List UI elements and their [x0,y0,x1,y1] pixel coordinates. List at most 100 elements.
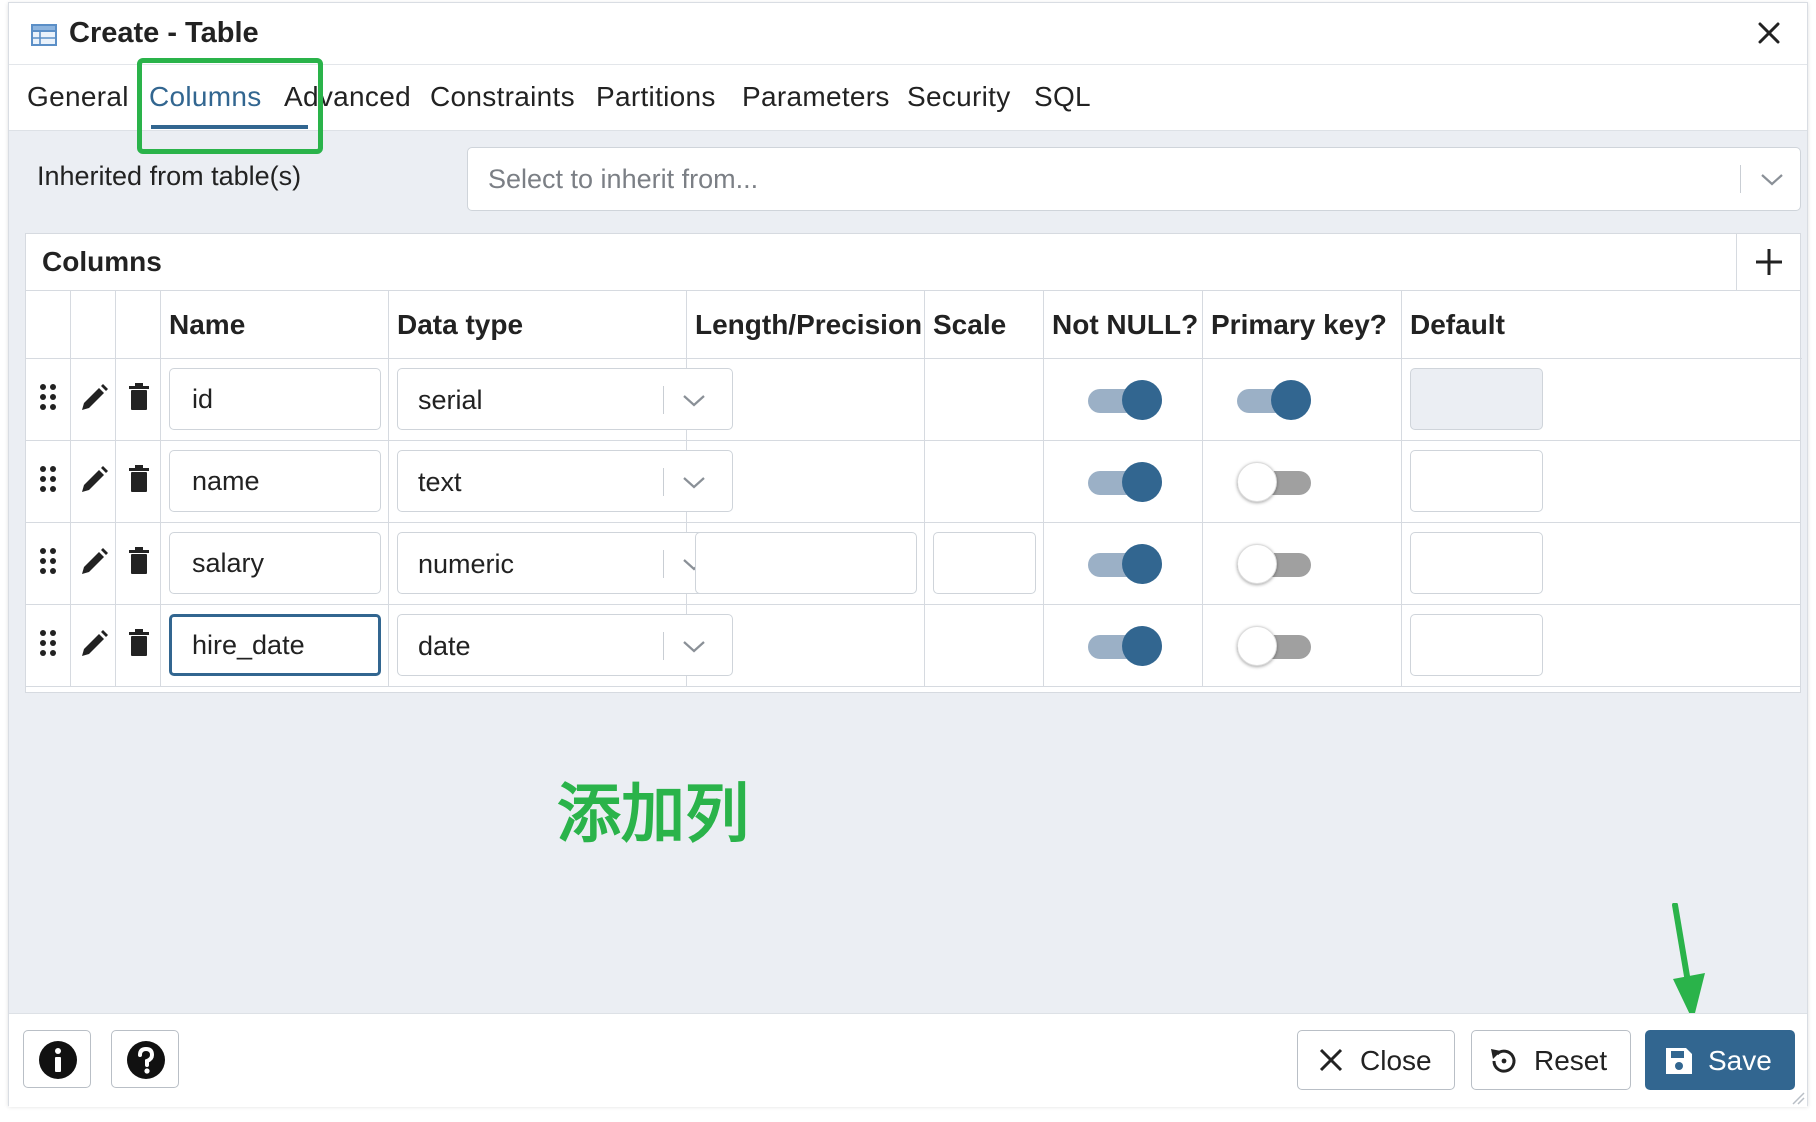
grid-cell [687,605,925,687]
primary-key-toggle[interactable] [1237,379,1311,421]
drag-handle-icon[interactable] [39,629,57,657]
columns-tab-highlight-box [137,58,323,154]
inherit-select[interactable]: Select to inherit from... [467,147,1801,211]
delete-trash-icon[interactable] [128,547,150,575]
grid-cell [1044,359,1203,441]
columns-grid-title: Columns [42,246,162,277]
help-icon [127,1041,165,1079]
primary-key-toggle[interactable] [1237,461,1311,503]
default-value-input[interactable] [1410,368,1543,430]
drag-handle-icon[interactable] [39,465,57,493]
grid-cell [1203,605,1402,687]
reset-icon [1491,1049,1516,1073]
tab-general[interactable]: General [27,81,129,113]
data-type-value: serial [418,385,483,415]
grid-cell: name [161,441,389,523]
grid-cell: id [161,359,389,441]
column-name-input[interactable]: name [169,450,381,512]
chevron-down-icon[interactable] [1760,173,1784,187]
col-head-edit [71,291,116,359]
edit-pencil-icon[interactable] [79,547,109,577]
delete-trash-icon[interactable] [128,383,150,411]
edit-pencil-icon[interactable] [79,629,109,659]
grid-cell [925,441,1044,523]
toggle-knob [1122,626,1162,666]
col-head-drag [26,291,71,359]
not-null-toggle[interactable] [1088,379,1162,421]
col-head-name: Name [161,291,389,359]
primary-key-toggle[interactable] [1237,625,1311,667]
grid-cell [116,441,161,523]
inherit-placeholder: Select to inherit from... [488,164,759,194]
not-null-toggle[interactable] [1088,461,1162,503]
grid-cell [26,523,71,605]
tab-parameters[interactable]: Parameters [742,81,890,113]
drag-handle-icon[interactable] [39,383,57,411]
select-separator [663,550,664,578]
grid-cell [71,441,116,523]
delete-trash-icon[interactable] [128,465,150,493]
data-type-value: text [418,467,462,497]
grid-cell [1203,441,1402,523]
close-button[interactable]: Close [1297,1030,1455,1090]
col-head-not-null: Not NULL? [1044,291,1203,359]
not-null-toggle[interactable] [1088,543,1162,585]
grid-cell [925,359,1044,441]
data-type-select[interactable]: text [397,450,733,512]
default-value-input[interactable] [1410,614,1543,676]
toggle-knob [1122,462,1162,502]
edit-pencil-icon[interactable] [79,465,109,495]
toggle-knob [1271,380,1311,420]
resize-grip-icon[interactable] [1791,1091,1805,1105]
grid-cell [1203,359,1402,441]
close-dialog-icon[interactable] [1753,17,1785,49]
grid-cell: serial [389,359,733,441]
column-name-input[interactable]: hire_date [169,614,381,676]
grid-cell [71,359,116,441]
save-label: Save [1708,1045,1772,1076]
grid-cell [1402,523,1802,605]
grid-cell [925,605,1044,687]
column-row: name text [26,441,1800,523]
save-icon [1666,1048,1692,1074]
data-type-select[interactable]: date [397,614,733,676]
help-button[interactable] [111,1030,179,1088]
length-precision-input[interactable] [695,532,917,594]
save-button[interactable]: Save [1645,1030,1795,1090]
tab-security[interactable]: Security [907,81,1011,113]
col-head-scale: Scale [925,291,1044,359]
select-separator [663,468,664,496]
info-button[interactable] [23,1030,91,1088]
grid-cell [116,523,161,605]
data-type-select[interactable]: numeric [397,532,733,594]
column-name-input[interactable]: salary [169,532,381,594]
add-column-button[interactable] [1736,234,1800,291]
edit-pencil-icon[interactable] [79,383,109,413]
not-null-toggle[interactable] [1088,625,1162,667]
select-separator [663,386,664,414]
tab-sql[interactable]: SQL [1034,81,1091,113]
default-value-input[interactable] [1410,450,1543,512]
toggle-knob [1237,626,1277,666]
column-row: id serial [26,359,1800,441]
dialog-footer: Close Reset Save [9,1013,1807,1107]
dialog-titlebar: Create - Table [9,3,1807,65]
drag-handle-icon[interactable] [39,547,57,575]
scale-input[interactable] [933,532,1036,594]
grid-cell [26,605,71,687]
delete-trash-icon[interactable] [128,629,150,657]
tab-partitions[interactable]: Partitions [596,81,716,113]
tab-constraints[interactable]: Constraints [430,81,575,113]
data-type-select[interactable]: serial [397,368,733,430]
grid-cell [116,605,161,687]
plus-icon [1756,249,1782,275]
grid-cell: text [389,441,733,523]
default-value-input[interactable] [1410,532,1543,594]
column-name-input[interactable]: id [169,368,381,430]
grid-cell [687,441,925,523]
grid-cell: numeric [389,523,733,605]
dialog-title: Create - Table [69,17,259,49]
primary-key-toggle[interactable] [1237,543,1311,585]
toggle-knob [1122,380,1162,420]
reset-button[interactable]: Reset [1471,1030,1631,1090]
